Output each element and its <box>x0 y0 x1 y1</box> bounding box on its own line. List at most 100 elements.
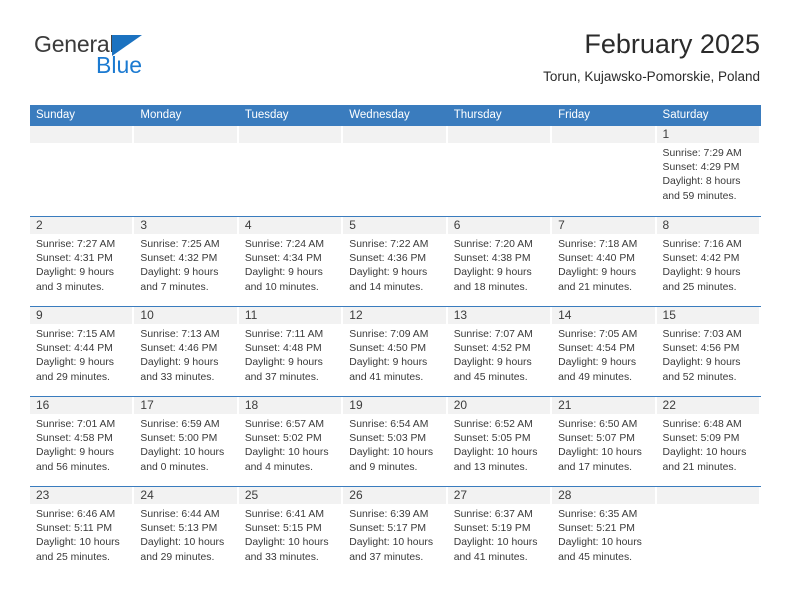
calendar-day-cell[interactable]: 17 Sunrise: 6:59 AM Sunset: 5:00 PM Dayligh… <box>134 397 238 486</box>
day-number-band: 6 <box>447 217 551 234</box>
day-details: Sunrise: 6:59 AM Sunset: 5:00 PM Daylight:… <box>134 414 238 475</box>
day-number-band: 24 <box>134 487 237 504</box>
daylight-text: Daylight: 8 hours and 59 minutes. <box>662 176 741 202</box>
day-number-band: 13 <box>447 307 551 324</box>
day-number: 17 <box>140 398 154 412</box>
calendar-day-cell[interactable]: 28 Sunrise: 6:35 AM Sunset: 5:21 PM Dayligh… <box>552 487 656 576</box>
calendar-day-cell[interactable]: 3 Sunrise: 7:25 AM Sunset: 4:32 PM Daylight… <box>134 217 238 306</box>
calendar-day-cell[interactable]: 2 Sunrise: 7:27 AM Sunset: 4:31 PM Daylight… <box>30 217 134 306</box>
day-details: Sunrise: 7:05 AM Sunset: 4:54 PM Daylight:… <box>552 324 656 385</box>
calendar-week-row: 1 Sunrise: 7:29 AM Sunset: 4:29 PM Daylight… <box>30 126 761 216</box>
daylight-text: Daylight: 9 hours and 18 minutes. <box>453 267 532 293</box>
calendar-page: General Blue February 2025 Torun, Kujaws… <box>0 0 792 612</box>
calendar-day-cell[interactable]: 9 Sunrise: 7:15 AM Sunset: 4:44 PM Daylight… <box>30 307 134 396</box>
calendar-week-row: 2 Sunrise: 7:27 AM Sunset: 4:31 PM Daylight… <box>30 216 761 306</box>
calendar-day-cell[interactable]: 11 Sunrise: 7:11 AM Sunset: 4:48 PM Dayligh… <box>238 307 343 396</box>
day-details: Sunrise: 6:57 AM Sunset: 5:02 PM Daylight:… <box>239 414 343 475</box>
calendar-day-cell[interactable]: 16 Sunrise: 7:01 AM Sunset: 4:58 PM Dayligh… <box>30 397 134 486</box>
day-number-band: 23 <box>30 487 133 504</box>
daylight-text: Daylight: 9 hours and 10 minutes. <box>244 267 323 293</box>
daylight-text: Daylight: 10 hours and 4 minutes. <box>244 447 329 473</box>
day-number: 11 <box>244 308 258 322</box>
calendar-day-cell[interactable]: 12 Sunrise: 7:09 AM Sunset: 4:50 PM Dayligh… <box>343 307 447 396</box>
sunset-text: Sunset: 5:03 PM <box>349 433 427 445</box>
sunset-text: Sunset: 4:48 PM <box>244 343 322 355</box>
calendar-day-cell[interactable]: 24 Sunrise: 6:44 AM Sunset: 5:13 PM Dayligh… <box>134 487 238 576</box>
day-number-band: 28 <box>552 487 655 504</box>
weekday-header-monday: Monday <box>140 109 182 121</box>
daylight-text: Daylight: 10 hours and 21 minutes. <box>662 447 747 473</box>
calendar-day-cell[interactable]: 14 Sunrise: 7:05 AM Sunset: 4:54 PM Dayligh… <box>552 307 656 396</box>
calendar-week-row: 9 Sunrise: 7:15 AM Sunset: 4:44 PM Daylight… <box>30 306 761 396</box>
daylight-text: Daylight: 10 hours and 29 minutes. <box>140 537 225 563</box>
day-number-band: 2 <box>30 217 133 234</box>
day-number-band: 12 <box>343 307 446 324</box>
day-number-band: 9 <box>30 307 133 324</box>
sunrise-text: Sunrise: 6:57 AM <box>244 419 324 430</box>
calendar-day-cell[interactable]: 13 Sunrise: 7:07 AM Sunset: 4:52 PM Dayligh… <box>447 307 552 396</box>
day-number-band <box>134 126 237 143</box>
sunrise-text: Sunrise: 7:09 AM <box>349 329 429 340</box>
sunrise-text: Sunrise: 6:41 AM <box>244 509 324 520</box>
calendar-day-cell[interactable]: 25 Sunrise: 6:41 AM Sunset: 5:15 PM Dayligh… <box>238 487 343 576</box>
day-details: Sunrise: 6:52 AM Sunset: 5:05 PM Daylight:… <box>448 414 552 475</box>
daylight-text: Daylight: 10 hours and 37 minutes. <box>349 537 434 563</box>
day-details: Sunrise: 7:15 AM Sunset: 4:44 PM Daylight:… <box>30 324 134 385</box>
sunset-text: Sunset: 4:52 PM <box>453 343 531 355</box>
calendar-day-cell[interactable]: 21 Sunrise: 6:50 AM Sunset: 5:07 PM Dayligh… <box>552 397 656 486</box>
day-number-band: 25 <box>238 487 342 504</box>
sunset-text: Sunset: 5:07 PM <box>558 433 635 445</box>
calendar-day-cell[interactable]: 6 Sunrise: 7:20 AM Sunset: 4:38 PM Daylight… <box>447 217 552 306</box>
day-details: Sunrise: 6:48 AM Sunset: 5:09 PM Daylight:… <box>657 414 761 475</box>
day-number: 8 <box>662 218 670 232</box>
daylight-text: Daylight: 9 hours and 14 minutes. <box>349 267 428 293</box>
day-details: Sunrise: 7:22 AM Sunset: 4:36 PM Daylight:… <box>343 234 447 295</box>
day-number-band <box>343 126 446 143</box>
calendar-day-cell[interactable]: 20 Sunrise: 6:52 AM Sunset: 5:05 PM Dayligh… <box>447 397 552 486</box>
daylight-text: Daylight: 9 hours and 25 minutes. <box>662 267 741 293</box>
calendar-day-cell[interactable]: 5 Sunrise: 7:22 AM Sunset: 4:36 PM Daylight… <box>343 217 447 306</box>
day-number-band: 27 <box>447 487 551 504</box>
calendar-day-cell[interactable]: 4 Sunrise: 7:24 AM Sunset: 4:34 PM Daylight… <box>238 217 343 306</box>
sunrise-text: Sunrise: 6:54 AM <box>349 419 429 430</box>
day-number: 22 <box>662 398 676 412</box>
sunset-text: Sunset: 4:34 PM <box>244 253 322 265</box>
daylight-text: Daylight: 10 hours and 25 minutes. <box>36 537 120 563</box>
calendar-week-row: 16 Sunrise: 7:01 AM Sunset: 4:58 PM Dayligh… <box>30 396 761 486</box>
sunset-text: Sunset: 4:46 PM <box>140 343 218 355</box>
calendar-day-cell[interactable]: 27 Sunrise: 6:37 AM Sunset: 5:19 PM Dayligh… <box>447 487 552 576</box>
daylight-text: Daylight: 9 hours and 45 minutes. <box>453 357 532 383</box>
calendar-day-cell[interactable]: 22 Sunrise: 6:48 AM Sunset: 5:09 PM Dayligh… <box>656 397 761 486</box>
day-details: Sunrise: 7:25 AM Sunset: 4:32 PM Daylight:… <box>134 234 238 295</box>
calendar-day-cell[interactable]: 18 Sunrise: 6:57 AM Sunset: 5:02 PM Dayligh… <box>238 397 343 486</box>
calendar-day-cell[interactable]: 10 Sunrise: 7:13 AM Sunset: 4:46 PM Dayligh… <box>134 307 238 396</box>
day-number-band: 11 <box>238 307 342 324</box>
sunrise-text: Sunrise: 7:18 AM <box>558 239 638 250</box>
calendar-day-cell[interactable]: 23 Sunrise: 6:46 AM Sunset: 5:11 PM Dayligh… <box>30 487 134 576</box>
sunrise-text: Sunrise: 7:20 AM <box>453 239 533 250</box>
sunrise-text: Sunrise: 7:15 AM <box>36 329 116 340</box>
daylight-text: Daylight: 10 hours and 13 minutes. <box>453 447 538 473</box>
daylight-text: Daylight: 9 hours and 7 minutes. <box>140 267 219 293</box>
sunset-text: Sunset: 4:54 PM <box>558 343 635 355</box>
page-subtitle: Torun, Kujawsko-Pomorskie, Poland <box>543 69 760 84</box>
calendar-day-cell[interactable]: 15 Sunrise: 7:03 AM Sunset: 4:56 PM Dayligh… <box>656 307 761 396</box>
day-details: Sunrise: 7:11 AM Sunset: 4:48 PM Daylight:… <box>239 324 343 385</box>
calendar-day-cell[interactable]: 26 Sunrise: 6:39 AM Sunset: 5:17 PM Dayligh… <box>343 487 447 576</box>
day-number-band <box>447 126 551 143</box>
sunset-text: Sunset: 4:32 PM <box>140 253 218 265</box>
daylight-text: Daylight: 10 hours and 0 minutes. <box>140 447 225 473</box>
sunrise-text: Sunrise: 6:44 AM <box>140 509 220 520</box>
general-blue-logo: General Blue <box>34 32 244 77</box>
day-number: 7 <box>558 218 565 232</box>
calendar-day-cell[interactable]: 8 Sunrise: 7:16 AM Sunset: 4:42 PM Daylight… <box>656 217 761 306</box>
sunset-text: Sunset: 5:11 PM <box>36 523 113 535</box>
sunrise-text: Sunrise: 6:59 AM <box>140 419 220 430</box>
calendar-day-cell[interactable]: 19 Sunrise: 6:54 AM Sunset: 5:03 PM Dayligh… <box>343 397 447 486</box>
day-number-band: 10 <box>134 307 237 324</box>
calendar-day-cell-empty <box>656 487 761 576</box>
calendar-day-cell[interactable]: 7 Sunrise: 7:18 AM Sunset: 4:40 PM Daylight… <box>552 217 656 306</box>
calendar-day-cell[interactable]: 1 Sunrise: 7:29 AM Sunset: 4:29 PM Daylight… <box>656 126 761 216</box>
day-details: Sunrise: 7:01 AM Sunset: 4:58 PM Daylight:… <box>30 414 134 475</box>
sunset-text: Sunset: 5:15 PM <box>244 523 322 535</box>
